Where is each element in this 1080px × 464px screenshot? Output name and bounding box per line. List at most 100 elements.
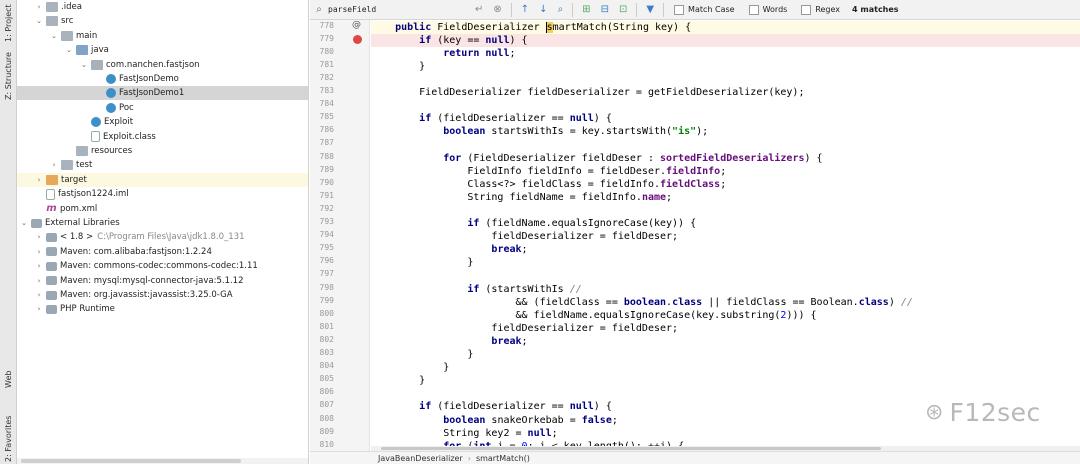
code-area[interactable]: public FieldDeserializer smartMatch(Stri…	[371, 20, 1080, 450]
project-tree[interactable]: › .idea ⌄ src ⌄ main ⌄ java ⌄ com.nanchen.fastjso…	[17, 0, 309, 464]
code-line[interactable]: return null;	[371, 47, 1080, 60]
expand-arrow-icon[interactable]: ›	[34, 176, 44, 184]
find-all-icon[interactable]: ⌕	[558, 4, 564, 15]
code-line[interactable]: for (FieldDeserializer fieldDeser : sort…	[371, 152, 1080, 165]
code-line[interactable]	[371, 73, 1080, 86]
web-tool-tab[interactable]: Web	[1, 362, 16, 388]
code-line[interactable]	[371, 99, 1080, 112]
line-number: 791	[319, 190, 334, 200]
code-line[interactable]: public FieldDeserializer smartMatch(Stri…	[371, 20, 1080, 34]
tree-item[interactable]: fastjson1224.iml	[17, 187, 308, 201]
code-line[interactable]: }	[371, 361, 1080, 374]
expand-arrow-icon[interactable]: ›	[34, 291, 44, 299]
code-line[interactable]: }	[371, 256, 1080, 269]
tree-scroll-thumb[interactable]	[21, 459, 241, 463]
code-line[interactable]: }	[371, 374, 1080, 387]
tree-item[interactable]: › Maven: commons-codec:commons-codec:1.11	[17, 259, 308, 273]
tree-item[interactable]: FastJsonDemo1	[17, 86, 308, 101]
tree-item[interactable]: ⌄ com.nanchen.fastjson	[17, 58, 308, 72]
clear-search-icon[interactable]: ⊗	[493, 4, 501, 15]
tree-item[interactable]: › < 1.8 > C:\Program Files\Java\jdk1.8.0_1…	[17, 230, 308, 244]
expand-arrow-icon[interactable]: ⌄	[19, 219, 29, 227]
code-line[interactable]: fieldDeserializer = fieldDeser;	[371, 322, 1080, 335]
override-marker-icon[interactable]: @	[352, 20, 361, 30]
tree-item[interactable]: ⌄ java	[17, 43, 308, 57]
filter-icon[interactable]: ▼	[646, 4, 654, 15]
expand-arrow-icon[interactable]: ›	[34, 305, 44, 313]
code-line[interactable]: }	[371, 60, 1080, 73]
breadcrumb-class[interactable]: JavaBeanDeserializer	[378, 454, 463, 463]
match-case-checkbox[interactable]: Match Case	[674, 4, 735, 15]
tree-item[interactable]: FastJsonDemo	[17, 72, 308, 86]
code-line[interactable]: && fieldName.equalsIgnoreCase(key.substr…	[371, 309, 1080, 322]
regex-checkbox[interactable]: Regex	[801, 4, 840, 15]
previous-occurrence-icon[interactable]: ↑	[521, 4, 529, 15]
watermark: ⊛ F12sec	[925, 398, 1041, 427]
search-input[interactable]: parseField	[328, 5, 470, 14]
expand-arrow-icon[interactable]: ›	[34, 233, 44, 241]
breadcrumb-method[interactable]: smartMatch()	[476, 454, 530, 463]
code-line[interactable]: Class<?> fieldClass = fieldInfo.fieldCla…	[371, 178, 1080, 191]
expand-arrow-icon[interactable]: ›	[34, 277, 44, 285]
code-line[interactable]	[371, 138, 1080, 151]
select-all-occurrences-icon[interactable]: ⊡	[619, 4, 627, 15]
expand-arrow-icon[interactable]: ⌄	[79, 61, 89, 69]
tree-item[interactable]: › PHP Runtime	[17, 302, 308, 316]
code-line[interactable]: if (startsWithIs //	[371, 283, 1080, 296]
code-line[interactable]: && (fieldClass == boolean.class || field…	[371, 296, 1080, 309]
code-line[interactable]: break;	[371, 335, 1080, 348]
code-line[interactable]: String key2 = null;	[371, 427, 1080, 440]
expand-arrow-icon[interactable]: ⌄	[34, 17, 44, 25]
favorites-tool-tab[interactable]: 2: Favorites	[1, 408, 16, 462]
expand-arrow-icon[interactable]: ⌄	[49, 32, 59, 40]
tree-item[interactable]: ⌄ src	[17, 14, 308, 28]
code-line[interactable]: break;	[371, 243, 1080, 256]
line-number: 784	[319, 99, 334, 109]
line-number: 797	[319, 269, 334, 279]
code-line[interactable]: FieldDeserializer fieldDeserializer = ge…	[371, 86, 1080, 99]
code-line[interactable]: fieldDeserializer = fieldDeser;	[371, 230, 1080, 243]
code-line[interactable]: boolean startsWithIs = key.startsWith("i…	[371, 125, 1080, 138]
tree-item[interactable]: resources	[17, 144, 308, 158]
code-line[interactable]: String fieldName = fieldInfo.name;	[371, 191, 1080, 204]
tree-item[interactable]: ⌄ External Libraries	[17, 216, 308, 230]
code-line[interactable]	[371, 269, 1080, 282]
code-line[interactable]	[371, 204, 1080, 217]
tree-item[interactable]: Poc	[17, 101, 308, 115]
add-occurrence-icon[interactable]: ⊞	[582, 4, 590, 15]
code-line[interactable]: if (fieldName.equalsIgnoreCase(key)) {	[371, 217, 1080, 230]
structure-tool-tab[interactable]: Z: Structure	[1, 44, 16, 100]
next-occurrence-icon[interactable]: ↓	[539, 4, 547, 15]
tree-item[interactable]: Exploit	[17, 115, 308, 129]
maven-icon: m	[46, 202, 57, 214]
code-line[interactable]: }	[371, 348, 1080, 361]
words-checkbox[interactable]: Words	[748, 4, 787, 15]
tree-item[interactable]: › target	[17, 172, 308, 187]
expand-arrow-icon[interactable]: ›	[34, 248, 44, 256]
expand-arrow-icon[interactable]: ⌄	[64, 46, 74, 54]
code-line[interactable]: if (fieldDeserializer == null) {	[371, 112, 1080, 125]
tree-item[interactable]: › Maven: com.alibaba:fastjson:1.2.24	[17, 245, 308, 259]
tree-horizontal-scrollbar[interactable]	[17, 458, 308, 464]
expand-arrow-icon[interactable]: ›	[34, 3, 44, 11]
expand-arrow-icon[interactable]: ›	[34, 262, 44, 270]
project-tool-tab[interactable]: 1: Project	[1, 4, 16, 42]
tree-item[interactable]: › .idea	[17, 0, 308, 14]
expand-arrow-icon[interactable]: ›	[49, 161, 59, 169]
tree-item[interactable]: m pom.xml	[17, 202, 308, 216]
new-line-icon[interactable]: ↵	[475, 4, 483, 15]
tree-item[interactable]: ⌄ main	[17, 29, 308, 43]
code-line[interactable]: if (key == null) {	[371, 33, 1080, 47]
breakpoint-icon[interactable]	[353, 34, 362, 44]
tree-item[interactable]: › Maven: org.javassist:javassist:3.25.0-G…	[17, 288, 308, 302]
tree-item[interactable]: › Maven: mysql:mysql-connector-java:5.1.1…	[17, 274, 308, 288]
tree-item[interactable]: Exploit.class	[17, 130, 308, 144]
library-icon	[46, 232, 57, 242]
tree-item-label: Maven: com.alibaba:fastjson:1.2.24	[60, 246, 212, 257]
code-line[interactable]: FieldInfo fieldInfo = fieldDeser.fieldIn…	[371, 165, 1080, 178]
line-gutter[interactable]: 778 @779 780 781 782 783 784 785 786 787 788 789 790…	[310, 20, 370, 460]
divider	[510, 2, 512, 17]
remove-occurrence-icon[interactable]: ⊟	[601, 4, 609, 15]
tree-item[interactable]: › test	[17, 158, 308, 172]
editor-scroll-thumb[interactable]	[381, 447, 881, 450]
